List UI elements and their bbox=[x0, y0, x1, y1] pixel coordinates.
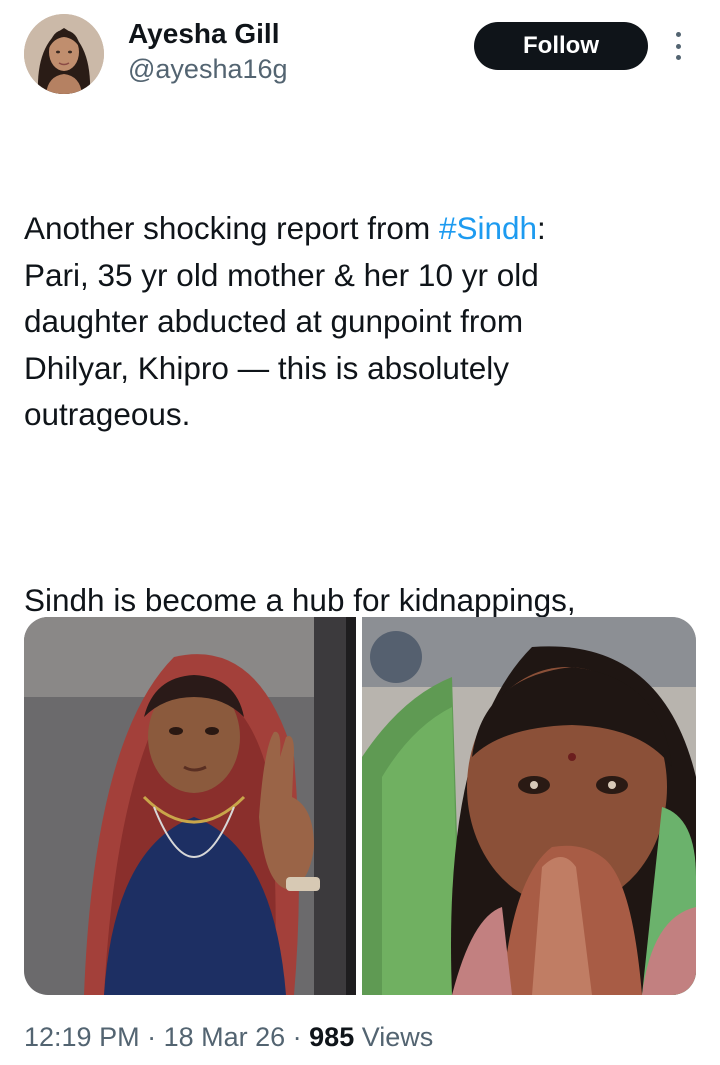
more-dot bbox=[675, 43, 681, 49]
media-photo-left[interactable] bbox=[24, 617, 356, 995]
views-count[interactable]: 985 bbox=[309, 1022, 354, 1052]
avatar-photo bbox=[24, 14, 104, 94]
tweet-meta: 12:19 PM · 18 Mar 26 · 985 Views bbox=[24, 1022, 433, 1053]
author-name[interactable]: Ayesha Gill bbox=[128, 18, 279, 50]
tweet-media[interactable] bbox=[24, 617, 696, 995]
more-options-icon[interactable] bbox=[668, 30, 688, 62]
meta-separator: · bbox=[139, 1022, 164, 1052]
girl-photo bbox=[362, 617, 696, 995]
tweet-date[interactable]: 18 Mar 26 bbox=[164, 1022, 286, 1052]
media-photo-right[interactable] bbox=[362, 617, 696, 995]
author-handle[interactable]: @ayesha16g bbox=[128, 54, 288, 85]
tweet-paragraph-1: Another shocking report from #Sindh: Par… bbox=[24, 205, 696, 438]
more-dot bbox=[675, 32, 681, 37]
views-label: Views bbox=[354, 1022, 434, 1052]
woman-photo bbox=[24, 617, 356, 995]
tweet-text-segment: Another shocking report from bbox=[24, 210, 439, 246]
tweet-header: Ayesha Gill @ayesha16g Follow bbox=[0, 0, 720, 100]
avatar[interactable] bbox=[24, 14, 104, 94]
tweet-time[interactable]: 12:19 PM bbox=[24, 1022, 140, 1052]
more-dot bbox=[675, 55, 681, 60]
hashtag-link[interactable]: #Sindh bbox=[439, 210, 537, 246]
follow-button[interactable]: Follow bbox=[474, 22, 648, 70]
meta-separator: · bbox=[285, 1022, 310, 1052]
